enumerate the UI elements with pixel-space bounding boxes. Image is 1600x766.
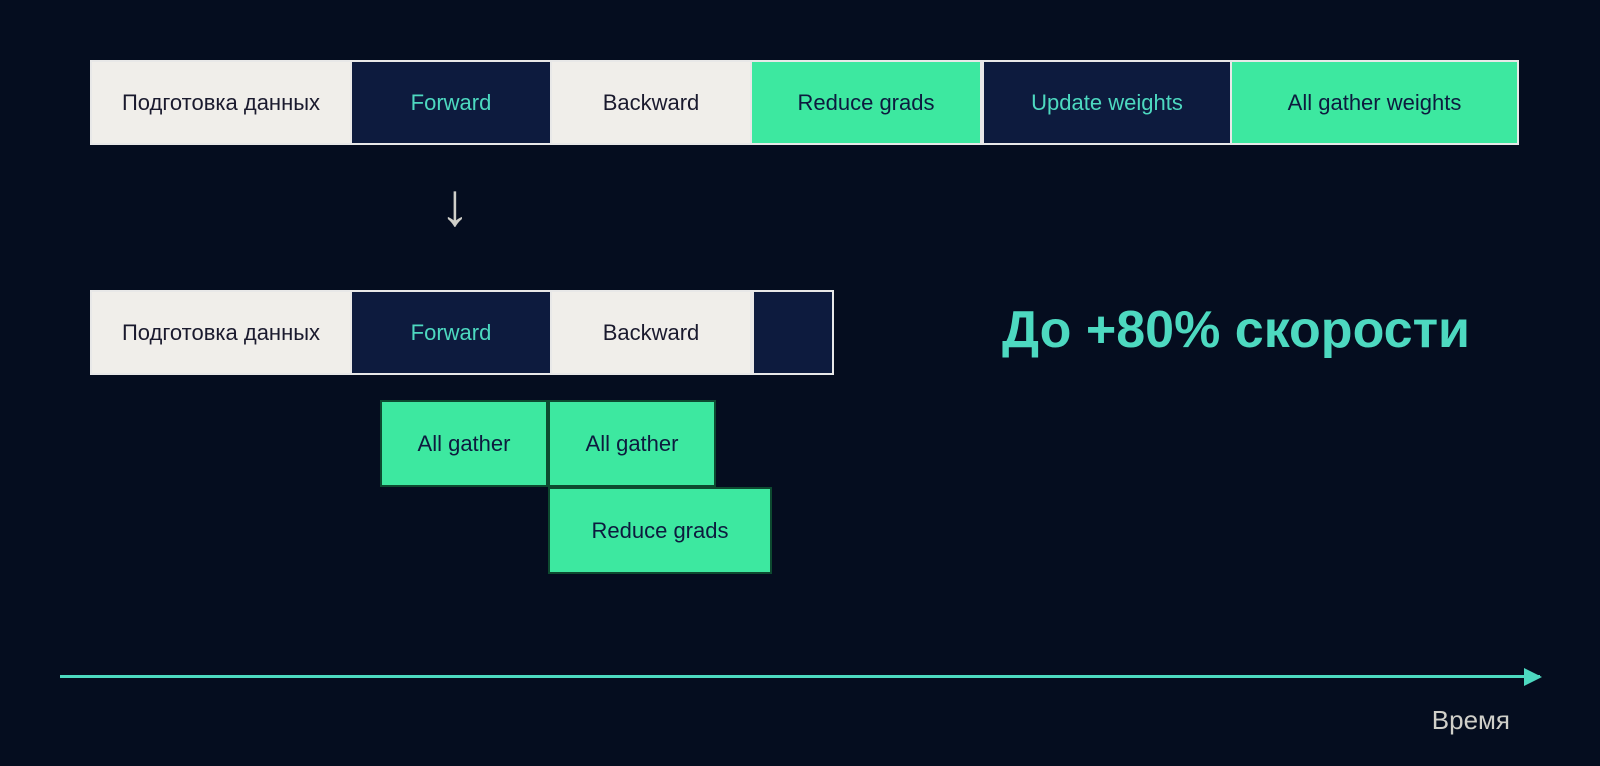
stagger-area: All gather All gather Reduce grads — [380, 400, 772, 574]
reduce-grads-box: Reduce grads — [548, 487, 772, 574]
cell-forward: Forward — [352, 62, 552, 143]
down-arrow-icon: ↓ — [440, 175, 470, 235]
speed-label: До +80% скорости — [1002, 300, 1470, 360]
top-timeline-row: Подготовка данных Forward Backward Reduc… — [90, 60, 1519, 145]
cell-all-gather-weights: All gather weights — [1232, 62, 1517, 143]
all-gather-row: All gather All gather — [380, 400, 772, 487]
bottom-row-inner: Подготовка данных Forward Backward — [90, 290, 834, 375]
cell-backward: Backward — [552, 62, 752, 143]
cell-forward-2: Forward — [352, 292, 552, 373]
timeline-arrow — [60, 675, 1540, 678]
cell-data-prep: Подготовка данных — [92, 62, 352, 143]
reduce-grads-row: Reduce grads — [548, 487, 772, 574]
main-diagram: Подготовка данных Forward Backward Reduc… — [0, 0, 1600, 766]
cell-backward-2: Backward — [552, 292, 752, 373]
all-gather-box-1: All gather — [380, 400, 548, 487]
cell-data-prep-2: Подготовка данных — [92, 292, 352, 373]
time-label: Время — [1432, 705, 1510, 736]
bottom-timeline-row: Подготовка данных Forward Backward — [90, 290, 834, 375]
cell-update-weights: Update weights — [982, 62, 1232, 143]
cell-reduce-grads: Reduce grads — [752, 62, 982, 143]
cell-dark-placeholder — [752, 292, 832, 373]
all-gather-box-2: All gather — [548, 400, 716, 487]
